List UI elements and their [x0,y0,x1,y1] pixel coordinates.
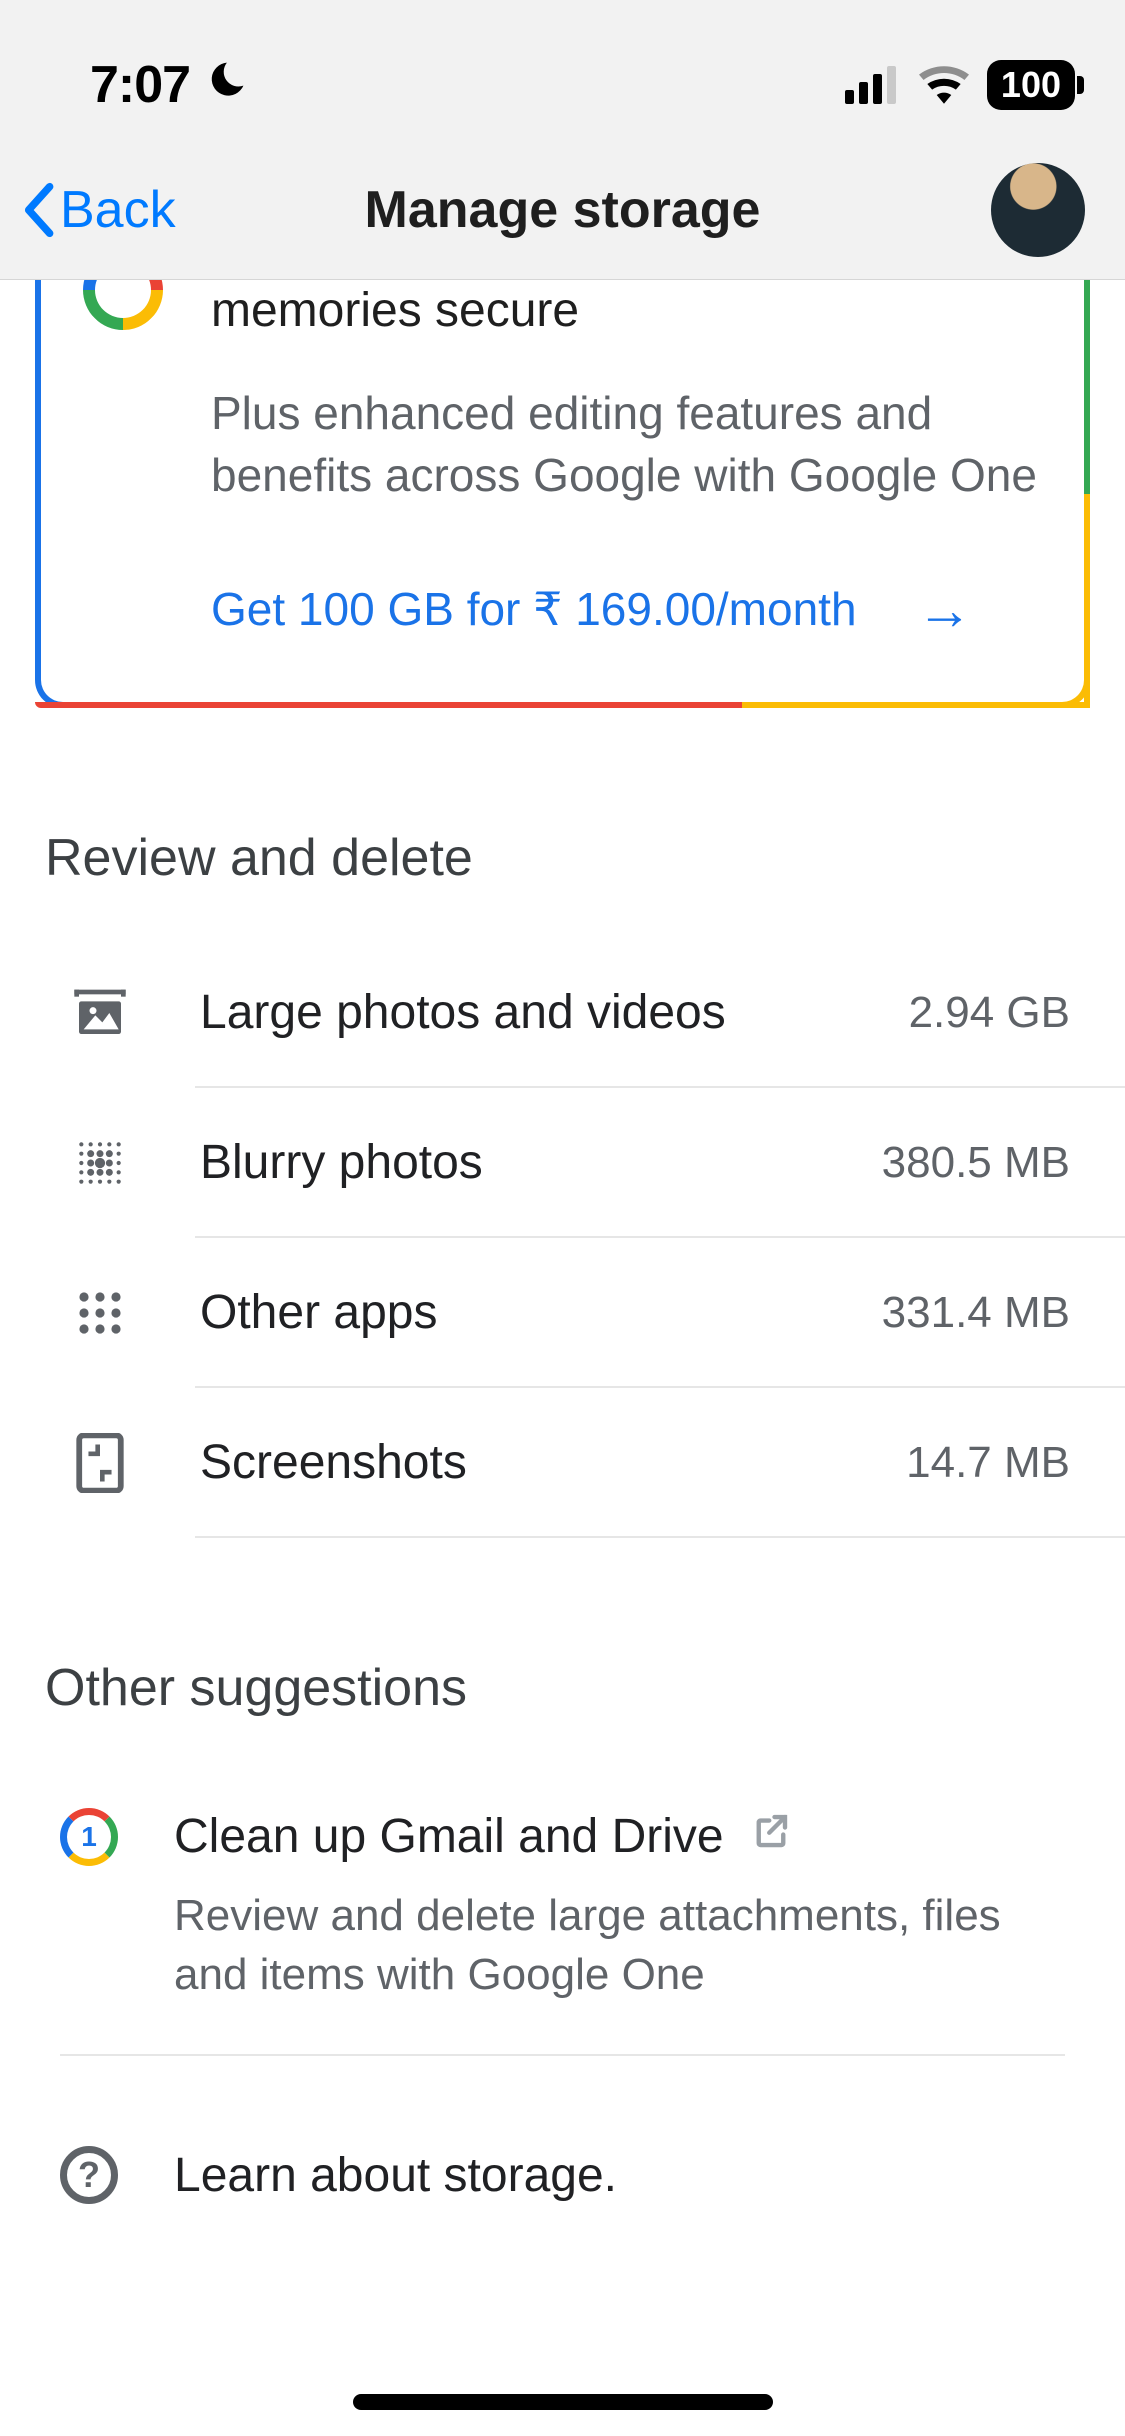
promo-border-right-top [1084,280,1090,494]
row-label: Large photos and videos [200,985,909,1040]
status-bar: 7:07 100 [0,0,1125,140]
chevron-left-icon [20,182,56,238]
apps-grid-icon [70,1283,130,1343]
status-left-group: 7:07 [90,55,248,115]
cleanup-gmail-drive-card[interactable]: 1 Clean up Gmail and Drive Review and de… [60,1768,1065,2057]
nav-header: Back Manage storage [0,140,1125,280]
wifi-icon [919,66,969,104]
account-avatar[interactable] [991,163,1085,257]
screenshot-icon [70,1433,130,1493]
learn-text: Learn about storage. [174,2148,617,2203]
row-screenshots[interactable]: Screenshots 14.7 MB [0,1388,1125,1538]
section-review-title: Review and delete [45,828,1080,888]
row-value: 2.94 GB [909,988,1070,1038]
cleanup-title: Clean up Gmail and Drive [174,1809,724,1864]
cellular-signal-icon [845,66,901,104]
home-indicator[interactable] [353,2394,773,2410]
status-time: 7:07 [90,55,190,115]
scroll-content: memories secure Plus enhanced editing fe… [0,280,1125,2204]
promo-cta-text: Get 100 GB for ₹ 169.00/month [211,582,857,636]
arrow-right-icon: → [917,577,973,642]
row-label: Screenshots [200,1435,906,1490]
row-value: 14.7 MB [906,1438,1070,1488]
help-icon: ? [60,2146,118,2204]
status-right-group: 100 [845,60,1075,110]
do-not-disturb-icon [204,59,248,111]
image-stack-icon [70,983,130,1043]
back-label: Back [60,180,176,240]
external-link-icon [750,1809,792,1864]
row-label: Other apps [200,1285,882,1340]
page-title: Manage storage [365,180,761,240]
back-button[interactable]: Back [20,180,176,240]
row-label: Blurry photos [200,1135,882,1190]
row-divider [195,1536,1125,1538]
learn-about-storage-row[interactable]: ? Learn about storage. [60,2146,1065,2204]
row-value: 380.5 MB [882,1138,1070,1188]
google-one-ring-icon [66,280,179,347]
battery-indicator: 100 [987,60,1075,110]
promo-cta-link[interactable]: Get 100 GB for ₹ 169.00/month → [211,577,1044,642]
blurry-icon [70,1133,130,1193]
promo-border-bottom-right [742,702,1090,708]
promo-border-right-bottom [1084,494,1090,708]
row-large-photos-videos[interactable]: Large photos and videos 2.94 GB [0,938,1125,1088]
section-other-title: Other suggestions [45,1658,1080,1718]
promo-subtitle: Plus enhanced editing features and benef… [211,382,1044,506]
row-value: 331.4 MB [882,1288,1070,1338]
promo-border-bottom-left [35,702,742,708]
google-one-promo-card[interactable]: memories secure Plus enhanced editing fe… [35,280,1090,708]
cleanup-subtitle: Review and delete large attachments, fil… [174,1886,1065,2005]
google-one-icon: 1 [60,1808,118,1866]
row-other-apps[interactable]: Other apps 331.4 MB [0,1238,1125,1388]
promo-title: memories secure [211,280,1044,342]
row-blurry-photos[interactable]: Blurry photos 380.5 MB [0,1088,1125,1238]
